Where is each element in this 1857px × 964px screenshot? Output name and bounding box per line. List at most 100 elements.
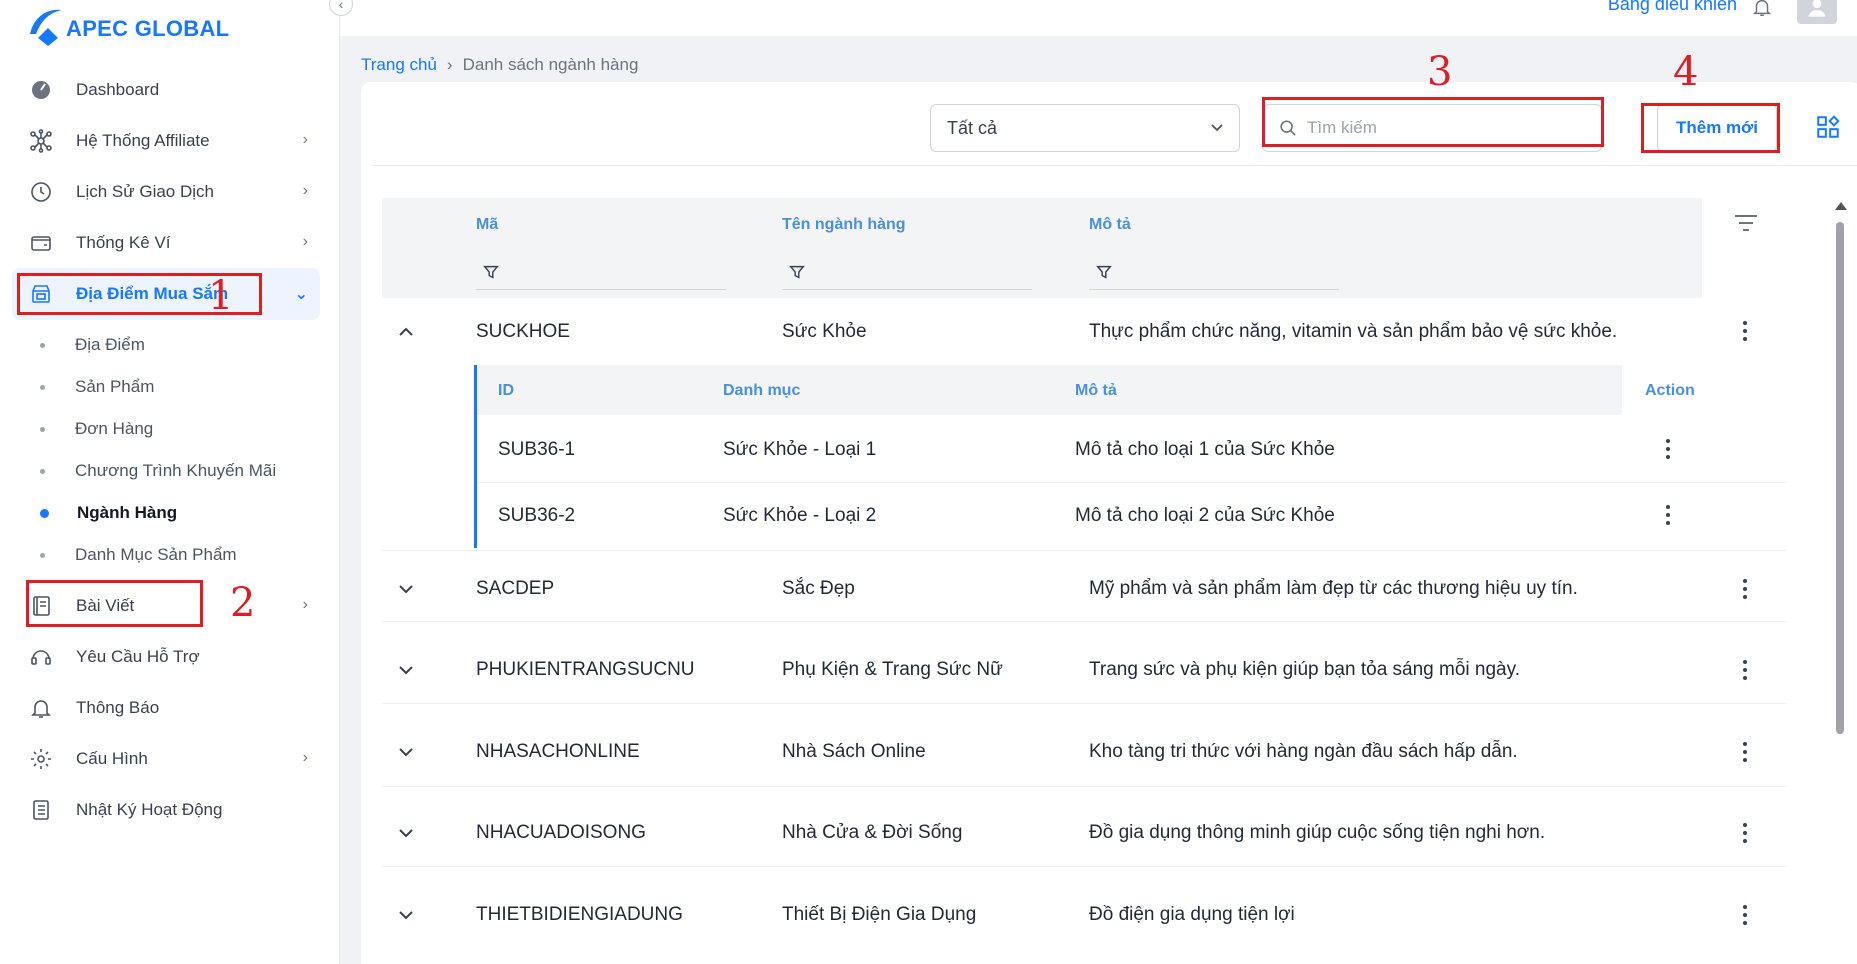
cell-description: Mỹ phẩm và sản phẩm làm đẹp từ các thươn… <box>1089 578 1578 599</box>
filter-icon <box>788 263 806 286</box>
bullet-icon <box>40 552 45 558</box>
cell-name: Sắc Đẹp <box>782 578 855 599</box>
sidebar-subitem-label: Danh Mục Sản Phẩm <box>75 545 237 564</box>
sidebar-subitem-products[interactable]: Sản Phẩm <box>12 365 320 409</box>
sidebar-item-affiliate[interactable]: Hệ Thống Affiliate › <box>12 115 320 167</box>
sidebar-subitem-industries[interactable]: Ngành Hàng <box>12 491 320 535</box>
sidebar-item-transactions[interactable]: Lịch Sử Giao Dịch › <box>12 166 320 218</box>
expand-row-button[interactable] <box>394 821 418 845</box>
column-header-description[interactable]: Mô tả <box>1089 216 1131 234</box>
sidebar-item-support[interactable]: Yêu Cầu Hỗ Trợ <box>12 631 320 683</box>
sidebar-item-label: Thông Báo <box>76 698 160 717</box>
sidebar-item-dashboard[interactable]: Dashboard <box>12 64 320 116</box>
topbar: Bảng điều khiển <box>340 0 1857 36</box>
cell-name: Nhà Cửa & Đời Sống <box>782 822 963 843</box>
name-filter[interactable] <box>782 260 1032 290</box>
subtable-header <box>477 365 1622 415</box>
chevron-right-icon: › <box>302 233 308 250</box>
sidebar-item-label: Cấu Hình <box>76 749 148 768</box>
cell-description: Kho tàng tri thức với hàng ngàn đầu sách… <box>1089 741 1518 762</box>
breadcrumb: Trang chủ › Danh sách ngành hàng <box>361 55 638 75</box>
search-input[interactable]: Tìm kiếm <box>1262 104 1602 152</box>
subrow-actions-icon[interactable] <box>1658 502 1678 528</box>
cell-description: Trang sức và phụ kiện giúp bạn tỏa sáng … <box>1089 659 1520 680</box>
vertical-scrollbar[interactable] <box>1836 222 1844 734</box>
sidebar-item-label: Lịch Sử Giao Dịch <box>76 182 214 201</box>
sidebar-subitem-product-categories[interactable]: Danh Mục Sản Phẩm <box>12 533 320 577</box>
sidebar-subitem-label: Sản Phẩm <box>75 377 155 396</box>
bullet-icon <box>40 468 45 474</box>
sidebar-item-label: Bài Viết <box>76 596 135 615</box>
subtable-indicator <box>474 365 477 548</box>
sidebar-item-shopping-places[interactable]: Địa Điểm Mua Sắm ⌄ <box>12 268 320 320</box>
row-divider <box>382 786 1787 787</box>
subcell-id: SUB36-2 <box>498 505 576 526</box>
store-icon <box>28 281 54 307</box>
sidebar-item-label: Dashboard <box>76 80 160 99</box>
notification-bell-icon[interactable] <box>1751 0 1773 18</box>
code-filter[interactable] <box>476 260 726 290</box>
filter-icon <box>482 263 500 286</box>
cell-code: THIETBIDIENGIADUNG <box>476 904 683 925</box>
expand-row-button[interactable] <box>394 577 418 601</box>
sidebar-item-posts[interactable]: Bài Viết › <box>12 580 320 632</box>
avatar[interactable] <box>1797 0 1837 24</box>
row-actions-icon[interactable] <box>1735 657 1755 683</box>
document-icon <box>28 593 54 619</box>
sidebar-subitem-promotions[interactable]: Chương Trình Khuyến Mãi <box>12 449 320 493</box>
sidebar-subitem-orders[interactable]: Đơn Hàng <box>12 407 320 451</box>
annotation-number-4: 4 <box>1673 49 1699 95</box>
column-settings-icon[interactable] <box>1733 213 1759 238</box>
bullet-icon <box>40 342 45 348</box>
row-actions-icon[interactable] <box>1735 318 1755 344</box>
sidebar-item-wallet-stats[interactable]: Thống Kê Ví › <box>12 217 320 269</box>
subrow-actions-icon[interactable] <box>1658 436 1678 462</box>
subrow-divider <box>477 482 1787 483</box>
collapse-row-button[interactable] <box>394 320 418 344</box>
subtable-header-category: Danh mục <box>723 382 801 399</box>
scroll-up-icon[interactable] <box>1835 202 1847 210</box>
logo-icon <box>26 4 66 46</box>
sidebar-subitem-places[interactable]: Địa Điểm <box>12 323 320 367</box>
sidebar-item-label: Hệ Thống Affiliate <box>76 131 210 150</box>
sidebar-subitem-label: Ngành Hàng <box>77 503 178 522</box>
chevron-right-icon: › <box>302 596 308 613</box>
add-new-button[interactable]: Thêm mới <box>1657 104 1777 152</box>
expand-row-button[interactable] <box>394 658 418 682</box>
row-divider <box>382 621 1787 622</box>
annotation-number-2: 2 <box>230 580 256 626</box>
description-filter[interactable] <box>1089 260 1339 290</box>
column-header-name[interactable]: Tên ngành hàng <box>782 216 906 234</box>
sidebar-item-notifications[interactable]: Thông Báo <box>12 682 320 734</box>
bullet-icon <box>40 384 45 390</box>
subtable-header-action: Action <box>1645 382 1695 399</box>
row-actions-icon[interactable] <box>1735 739 1755 765</box>
row-actions-icon[interactable] <box>1735 902 1755 928</box>
sidebar-item-activity-log[interactable]: Nhật Ký Hoạt Động <box>12 784 320 836</box>
subcell-category: Sức Khỏe - Loại 2 <box>723 505 877 526</box>
expand-row-button[interactable] <box>394 740 418 764</box>
toolbar-divider <box>372 165 1857 166</box>
category-filter-select[interactable]: Tất cả <box>930 104 1240 152</box>
cell-description: Đồ gia dụng thông minh giúp cuộc sống ti… <box>1089 822 1546 843</box>
expand-row-button[interactable] <box>394 903 418 927</box>
dashboard-link[interactable]: Bảng điều khiển <box>1608 0 1737 15</box>
row-actions-icon[interactable] <box>1735 820 1755 846</box>
grid-view-icon[interactable] <box>1815 114 1841 140</box>
sidebar-item-settings[interactable]: Cấu Hình › <box>12 733 320 785</box>
row-divider <box>382 550 1787 551</box>
select-value: Tất cả <box>947 117 998 138</box>
subcell-description: Mô tả cho loại 2 của Sức Khỏe <box>1075 505 1335 526</box>
bell-icon <box>28 695 54 721</box>
subtable-header-id: ID <box>498 382 514 399</box>
row-actions-icon[interactable] <box>1735 576 1755 602</box>
breadcrumb-home-link[interactable]: Trang chủ <box>361 55 437 75</box>
annotation-number-3: 3 <box>1427 49 1453 95</box>
cell-code: SACDEP <box>476 578 555 599</box>
search-placeholder: Tìm kiếm <box>1307 118 1377 137</box>
log-icon <box>28 797 54 823</box>
sidebar-item-label: Yêu Cầu Hỗ Trợ <box>76 647 200 666</box>
column-header-code[interactable]: Mã <box>476 216 498 234</box>
logo[interactable]: APEC GLOBAL <box>26 4 229 46</box>
cell-name: Nhà Sách Online <box>782 741 926 762</box>
